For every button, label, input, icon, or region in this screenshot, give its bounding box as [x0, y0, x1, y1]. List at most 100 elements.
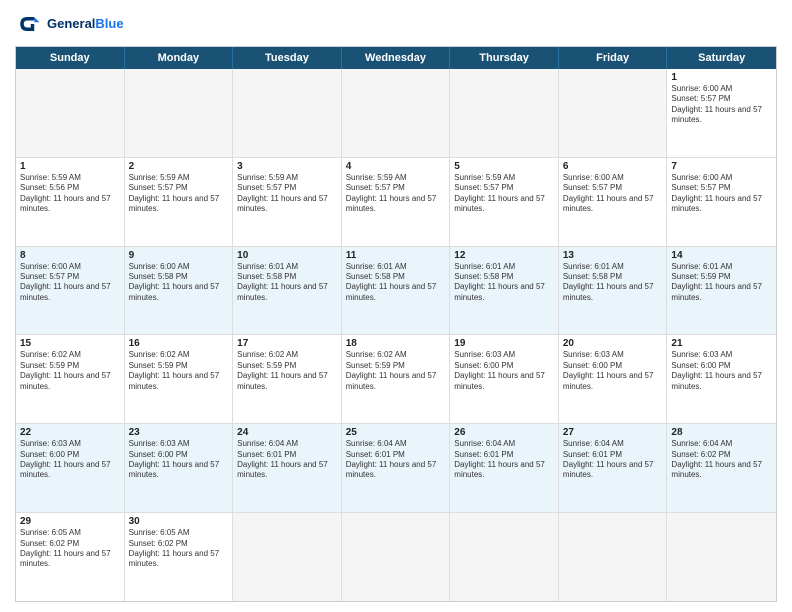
cell-info: Sunrise: 6:05 AMSunset: 6:02 PMDaylight:…	[129, 528, 229, 570]
calendar-cell: 16Sunrise: 6:02 AMSunset: 5:59 PMDayligh…	[125, 335, 234, 423]
cell-info: Sunrise: 6:03 AMSunset: 6:00 PMDaylight:…	[20, 439, 120, 481]
day-header-monday: Monday	[125, 47, 234, 69]
cell-info: Sunrise: 6:04 AMSunset: 6:01 PMDaylight:…	[346, 439, 446, 481]
calendar-row: 8Sunrise: 6:00 AMSunset: 5:57 PMDaylight…	[16, 247, 776, 336]
day-number: 3	[237, 161, 337, 172]
calendar-cell: 26Sunrise: 6:04 AMSunset: 6:01 PMDayligh…	[450, 424, 559, 512]
cell-info: Sunrise: 6:00 AMSunset: 5:58 PMDaylight:…	[129, 262, 229, 304]
cell-info: Sunrise: 6:01 AMSunset: 5:58 PMDaylight:…	[563, 262, 663, 304]
day-number: 30	[129, 516, 229, 527]
day-number: 2	[129, 161, 229, 172]
calendar-cell: 24Sunrise: 6:04 AMSunset: 6:01 PMDayligh…	[233, 424, 342, 512]
cell-info: Sunrise: 6:02 AMSunset: 5:59 PMDaylight:…	[237, 350, 337, 392]
cell-info: Sunrise: 6:03 AMSunset: 6:00 PMDaylight:…	[129, 439, 229, 481]
calendar-cell	[233, 513, 342, 601]
cell-info: Sunrise: 6:02 AMSunset: 5:59 PMDaylight:…	[129, 350, 229, 392]
calendar-cell: 4Sunrise: 5:59 AMSunset: 5:57 PMDaylight…	[342, 158, 451, 246]
day-number: 20	[563, 338, 663, 349]
calendar-cell	[342, 513, 451, 601]
day-number: 18	[346, 338, 446, 349]
logo-icon	[15, 10, 43, 38]
calendar-cell: 17Sunrise: 6:02 AMSunset: 5:59 PMDayligh…	[233, 335, 342, 423]
day-number: 11	[346, 250, 446, 261]
day-header-thursday: Thursday	[450, 47, 559, 69]
calendar-body: 1Sunrise: 6:00 AMSunset: 5:57 PMDaylight…	[16, 69, 776, 601]
calendar-cell: 22Sunrise: 6:03 AMSunset: 6:00 PMDayligh…	[16, 424, 125, 512]
day-number: 26	[454, 427, 554, 438]
day-header-wednesday: Wednesday	[342, 47, 451, 69]
calendar-cell	[667, 513, 776, 601]
calendar-cell: 23Sunrise: 6:03 AMSunset: 6:00 PMDayligh…	[125, 424, 234, 512]
day-number: 22	[20, 427, 120, 438]
cell-info: Sunrise: 6:00 AMSunset: 5:57 PMDaylight:…	[671, 84, 772, 126]
calendar-cell	[125, 69, 234, 157]
day-header-saturday: Saturday	[667, 47, 776, 69]
calendar-row: 1Sunrise: 6:00 AMSunset: 5:57 PMDaylight…	[16, 69, 776, 158]
day-number: 9	[129, 250, 229, 261]
calendar-cell: 6Sunrise: 6:00 AMSunset: 5:57 PMDaylight…	[559, 158, 668, 246]
calendar-cell: 28Sunrise: 6:04 AMSunset: 6:02 PMDayligh…	[667, 424, 776, 512]
day-number: 8	[20, 250, 120, 261]
day-number: 6	[563, 161, 663, 172]
cell-info: Sunrise: 6:01 AMSunset: 5:58 PMDaylight:…	[454, 262, 554, 304]
logo: GeneralBlue	[15, 10, 124, 38]
calendar-cell	[559, 513, 668, 601]
calendar-cell	[559, 69, 668, 157]
day-number: 23	[129, 427, 229, 438]
day-number: 25	[346, 427, 446, 438]
cell-info: Sunrise: 5:59 AMSunset: 5:57 PMDaylight:…	[346, 173, 446, 215]
day-number: 19	[454, 338, 554, 349]
day-number: 29	[20, 516, 120, 527]
calendar-cell: 10Sunrise: 6:01 AMSunset: 5:58 PMDayligh…	[233, 247, 342, 335]
calendar-row: 22Sunrise: 6:03 AMSunset: 6:00 PMDayligh…	[16, 424, 776, 513]
cell-info: Sunrise: 6:02 AMSunset: 5:59 PMDaylight:…	[20, 350, 120, 392]
calendar-row: 29Sunrise: 6:05 AMSunset: 6:02 PMDayligh…	[16, 513, 776, 601]
day-number: 27	[563, 427, 663, 438]
calendar-cell: 7Sunrise: 6:00 AMSunset: 5:57 PMDaylight…	[667, 158, 776, 246]
day-header-friday: Friday	[559, 47, 668, 69]
calendar-cell: 11Sunrise: 6:01 AMSunset: 5:58 PMDayligh…	[342, 247, 451, 335]
day-number: 14	[671, 250, 772, 261]
cell-info: Sunrise: 5:59 AMSunset: 5:56 PMDaylight:…	[20, 173, 120, 215]
day-number: 13	[563, 250, 663, 261]
day-number: 4	[346, 161, 446, 172]
cell-info: Sunrise: 6:01 AMSunset: 5:58 PMDaylight:…	[237, 262, 337, 304]
cell-info: Sunrise: 5:59 AMSunset: 5:57 PMDaylight:…	[237, 173, 337, 215]
day-number: 12	[454, 250, 554, 261]
day-number: 1	[671, 72, 772, 83]
cell-info: Sunrise: 6:05 AMSunset: 6:02 PMDaylight:…	[20, 528, 120, 570]
cell-info: Sunrise: 6:04 AMSunset: 6:01 PMDaylight:…	[454, 439, 554, 481]
calendar-cell: 13Sunrise: 6:01 AMSunset: 5:58 PMDayligh…	[559, 247, 668, 335]
calendar-row: 15Sunrise: 6:02 AMSunset: 5:59 PMDayligh…	[16, 335, 776, 424]
calendar-cell: 1Sunrise: 6:00 AMSunset: 5:57 PMDaylight…	[667, 69, 776, 157]
cell-info: Sunrise: 5:59 AMSunset: 5:57 PMDaylight:…	[454, 173, 554, 215]
header: GeneralBlue	[15, 10, 777, 38]
logo-text-block: GeneralBlue	[47, 17, 124, 31]
calendar-cell: 20Sunrise: 6:03 AMSunset: 6:00 PMDayligh…	[559, 335, 668, 423]
calendar-page: GeneralBlue SundayMondayTuesdayWednesday…	[0, 0, 792, 612]
calendar-cell: 8Sunrise: 6:00 AMSunset: 5:57 PMDaylight…	[16, 247, 125, 335]
calendar-cell: 25Sunrise: 6:04 AMSunset: 6:01 PMDayligh…	[342, 424, 451, 512]
day-number: 10	[237, 250, 337, 261]
calendar-cell	[450, 69, 559, 157]
calendar-cell: 14Sunrise: 6:01 AMSunset: 5:59 PMDayligh…	[667, 247, 776, 335]
logo-line1: GeneralBlue	[47, 17, 124, 31]
day-number: 15	[20, 338, 120, 349]
cell-info: Sunrise: 6:00 AMSunset: 5:57 PMDaylight:…	[563, 173, 663, 215]
cell-info: Sunrise: 6:03 AMSunset: 6:00 PMDaylight:…	[454, 350, 554, 392]
calendar-cell: 12Sunrise: 6:01 AMSunset: 5:58 PMDayligh…	[450, 247, 559, 335]
calendar-cell: 19Sunrise: 6:03 AMSunset: 6:00 PMDayligh…	[450, 335, 559, 423]
cell-info: Sunrise: 6:01 AMSunset: 5:58 PMDaylight:…	[346, 262, 446, 304]
day-number: 7	[671, 161, 772, 172]
day-number: 28	[671, 427, 772, 438]
cell-info: Sunrise: 6:02 AMSunset: 5:59 PMDaylight:…	[346, 350, 446, 392]
calendar-cell	[450, 513, 559, 601]
cell-info: Sunrise: 6:03 AMSunset: 6:00 PMDaylight:…	[671, 350, 772, 392]
calendar-cell: 1Sunrise: 5:59 AMSunset: 5:56 PMDaylight…	[16, 158, 125, 246]
cell-info: Sunrise: 6:00 AMSunset: 5:57 PMDaylight:…	[671, 173, 772, 215]
calendar-cell: 2Sunrise: 5:59 AMSunset: 5:57 PMDaylight…	[125, 158, 234, 246]
cell-info: Sunrise: 6:00 AMSunset: 5:57 PMDaylight:…	[20, 262, 120, 304]
calendar-header: SundayMondayTuesdayWednesdayThursdayFrid…	[16, 47, 776, 69]
day-number: 16	[129, 338, 229, 349]
calendar-cell: 27Sunrise: 6:04 AMSunset: 6:01 PMDayligh…	[559, 424, 668, 512]
